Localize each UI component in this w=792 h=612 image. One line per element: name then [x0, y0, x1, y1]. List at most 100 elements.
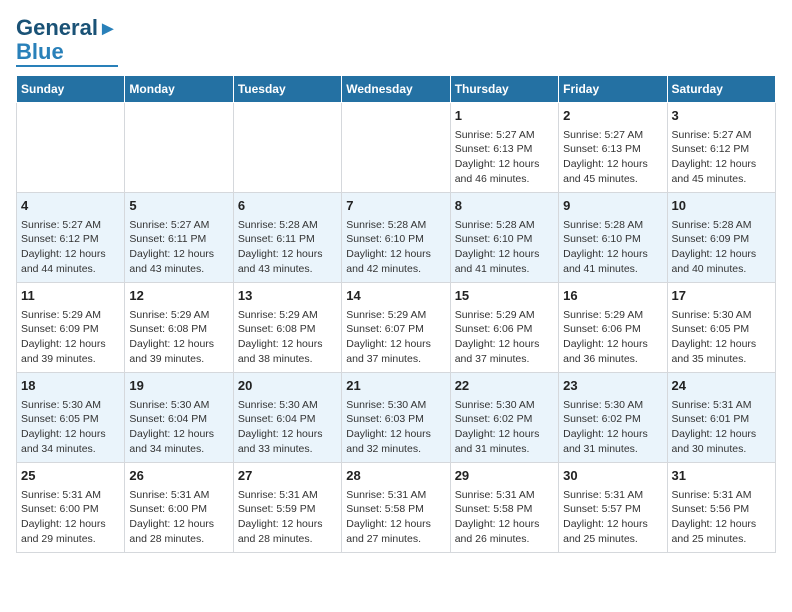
calendar-cell: 29 Sunrise: 5:31 AM Sunset: 5:58 PM Dayli… [450, 463, 558, 553]
calendar-body: 1 Sunrise: 5:27 AM Sunset: 6:13 PM Daylig… [17, 103, 776, 553]
calendar-cell: 10 Sunrise: 5:28 AM Sunset: 6:09 PM Dayli… [667, 193, 775, 283]
day-number: 13 [238, 287, 337, 305]
cell-content: Sunrise: 5:28 AM Sunset: 6:10 PM Dayligh… [455, 218, 554, 277]
cell-content: Sunrise: 5:30 AM Sunset: 6:05 PM Dayligh… [672, 308, 771, 367]
cell-content: Sunrise: 5:28 AM Sunset: 6:10 PM Dayligh… [563, 218, 662, 277]
column-header-wednesday: Wednesday [342, 76, 450, 103]
calendar-cell: 8 Sunrise: 5:28 AM Sunset: 6:10 PM Daylig… [450, 193, 558, 283]
day-number: 1 [455, 107, 554, 125]
cell-content: Sunrise: 5:27 AM Sunset: 6:13 PM Dayligh… [455, 128, 554, 187]
calendar-cell: 24 Sunrise: 5:31 AM Sunset: 6:01 PM Dayli… [667, 373, 775, 463]
cell-content: Sunrise: 5:28 AM Sunset: 6:11 PM Dayligh… [238, 218, 337, 277]
cell-content: Sunrise: 5:30 AM Sunset: 6:05 PM Dayligh… [21, 398, 120, 457]
cell-content: Sunrise: 5:30 AM Sunset: 6:04 PM Dayligh… [129, 398, 228, 457]
column-header-tuesday: Tuesday [233, 76, 341, 103]
calendar-cell: 7 Sunrise: 5:28 AM Sunset: 6:10 PM Daylig… [342, 193, 450, 283]
logo-underline [16, 65, 118, 67]
day-number: 10 [672, 197, 771, 215]
day-number: 8 [455, 197, 554, 215]
cell-content: Sunrise: 5:31 AM Sunset: 5:57 PM Dayligh… [563, 488, 662, 547]
logo-text: General► [16, 16, 118, 40]
calendar-cell: 27 Sunrise: 5:31 AM Sunset: 5:59 PM Dayli… [233, 463, 341, 553]
day-number: 20 [238, 377, 337, 395]
cell-content: Sunrise: 5:27 AM Sunset: 6:12 PM Dayligh… [21, 218, 120, 277]
calendar-cell: 28 Sunrise: 5:31 AM Sunset: 5:58 PM Dayli… [342, 463, 450, 553]
calendar-cell: 3 Sunrise: 5:27 AM Sunset: 6:12 PM Daylig… [667, 103, 775, 193]
cell-content: Sunrise: 5:29 AM Sunset: 6:08 PM Dayligh… [238, 308, 337, 367]
day-number: 31 [672, 467, 771, 485]
calendar-cell: 14Sunrise: 5:29 AM Sunset: 6:07 PM Dayli… [342, 283, 450, 373]
calendar-table: SundayMondayTuesdayWednesdayThursdayFrid… [16, 75, 776, 553]
cell-content: Sunrise: 5:27 AM Sunset: 6:13 PM Dayligh… [563, 128, 662, 187]
calendar-cell: 6 Sunrise: 5:28 AM Sunset: 6:11 PM Daylig… [233, 193, 341, 283]
cell-content: Sunrise: 5:31 AM Sunset: 5:59 PM Dayligh… [238, 488, 337, 547]
calendar-cell: 20 Sunrise: 5:30 AM Sunset: 6:04 PM Dayli… [233, 373, 341, 463]
cell-content: Sunrise: 5:29 AM Sunset: 6:09 PM Dayligh… [21, 308, 120, 367]
calendar-cell: 26 Sunrise: 5:31 AM Sunset: 6:00 PM Dayli… [125, 463, 233, 553]
cell-content: Sunrise: 5:31 AM Sunset: 6:01 PM Dayligh… [672, 398, 771, 457]
day-number: 28 [346, 467, 445, 485]
cell-content: Sunrise: 5:30 AM Sunset: 6:03 PM Dayligh… [346, 398, 445, 457]
day-number: 22 [455, 377, 554, 395]
column-header-monday: Monday [125, 76, 233, 103]
cell-content: Sunrise: 5:30 AM Sunset: 6:02 PM Dayligh… [563, 398, 662, 457]
week-row-2: 4 Sunrise: 5:27 AM Sunset: 6:12 PM Daylig… [17, 193, 776, 283]
day-number: 3 [672, 107, 771, 125]
day-number: 17 [672, 287, 771, 305]
day-number: 5 [129, 197, 228, 215]
calendar-cell [233, 103, 341, 193]
calendar-cell: 4 Sunrise: 5:27 AM Sunset: 6:12 PM Daylig… [17, 193, 125, 283]
calendar-cell: 1 Sunrise: 5:27 AM Sunset: 6:13 PM Daylig… [450, 103, 558, 193]
day-number: 24 [672, 377, 771, 395]
day-number: 29 [455, 467, 554, 485]
calendar-cell: 23 Sunrise: 5:30 AM Sunset: 6:02 PM Dayli… [559, 373, 667, 463]
cell-content: Sunrise: 5:31 AM Sunset: 5:56 PM Dayligh… [672, 488, 771, 547]
day-number: 7 [346, 197, 445, 215]
column-header-saturday: Saturday [667, 76, 775, 103]
cell-content: Sunrise: 5:29 AM Sunset: 6:08 PM Dayligh… [129, 308, 228, 367]
cell-content: Sunrise: 5:31 AM Sunset: 6:00 PM Dayligh… [129, 488, 228, 547]
day-number: 16 [563, 287, 662, 305]
cell-content: Sunrise: 5:31 AM Sunset: 5:58 PM Dayligh… [346, 488, 445, 547]
calendar-cell: 15 Sunrise: 5:29 AM Sunset: 6:06 PM Dayli… [450, 283, 558, 373]
calendar-cell: 11 Sunrise: 5:29 AM Sunset: 6:09 PM Dayli… [17, 283, 125, 373]
logo: General► Blue [16, 16, 118, 67]
column-header-friday: Friday [559, 76, 667, 103]
day-number: 2 [563, 107, 662, 125]
day-number: 25 [21, 467, 120, 485]
cell-content: Sunrise: 5:28 AM Sunset: 6:09 PM Dayligh… [672, 218, 771, 277]
calendar-cell: 30Sunrise: 5:31 AM Sunset: 5:57 PM Dayli… [559, 463, 667, 553]
calendar-cell: 19 Sunrise: 5:30 AM Sunset: 6:04 PM Dayli… [125, 373, 233, 463]
logo-blue: Blue [16, 40, 64, 64]
calendar-cell: 18 Sunrise: 5:30 AM Sunset: 6:05 PM Dayli… [17, 373, 125, 463]
page-header: General► Blue [16, 16, 776, 67]
calendar-cell: 25Sunrise: 5:31 AM Sunset: 6:00 PM Dayli… [17, 463, 125, 553]
calendar-cell [17, 103, 125, 193]
week-row-1: 1 Sunrise: 5:27 AM Sunset: 6:13 PM Daylig… [17, 103, 776, 193]
day-number: 18 [21, 377, 120, 395]
cell-content: Sunrise: 5:30 AM Sunset: 6:04 PM Dayligh… [238, 398, 337, 457]
cell-content: Sunrise: 5:27 AM Sunset: 6:11 PM Dayligh… [129, 218, 228, 277]
calendar-cell: 21Sunrise: 5:30 AM Sunset: 6:03 PM Dayli… [342, 373, 450, 463]
cell-content: Sunrise: 5:29 AM Sunset: 6:06 PM Dayligh… [563, 308, 662, 367]
day-number: 9 [563, 197, 662, 215]
column-headers: SundayMondayTuesdayWednesdayThursdayFrid… [17, 76, 776, 103]
day-number: 15 [455, 287, 554, 305]
column-header-thursday: Thursday [450, 76, 558, 103]
calendar-cell: 17 Sunrise: 5:30 AM Sunset: 6:05 PM Dayli… [667, 283, 775, 373]
day-number: 19 [129, 377, 228, 395]
day-number: 23 [563, 377, 662, 395]
calendar-cell: 5 Sunrise: 5:27 AM Sunset: 6:11 PM Daylig… [125, 193, 233, 283]
calendar-cell: 9 Sunrise: 5:28 AM Sunset: 6:10 PM Daylig… [559, 193, 667, 283]
cell-content: Sunrise: 5:27 AM Sunset: 6:12 PM Dayligh… [672, 128, 771, 187]
day-number: 26 [129, 467, 228, 485]
cell-content: Sunrise: 5:31 AM Sunset: 5:58 PM Dayligh… [455, 488, 554, 547]
cell-content: Sunrise: 5:30 AM Sunset: 6:02 PM Dayligh… [455, 398, 554, 457]
calendar-cell: 22 Sunrise: 5:30 AM Sunset: 6:02 PM Dayli… [450, 373, 558, 463]
day-number: 11 [21, 287, 120, 305]
cell-content: Sunrise: 5:29 AM Sunset: 6:06 PM Dayligh… [455, 308, 554, 367]
cell-content: Sunrise: 5:28 AM Sunset: 6:10 PM Dayligh… [346, 218, 445, 277]
day-number: 4 [21, 197, 120, 215]
day-number: 27 [238, 467, 337, 485]
day-number: 6 [238, 197, 337, 215]
